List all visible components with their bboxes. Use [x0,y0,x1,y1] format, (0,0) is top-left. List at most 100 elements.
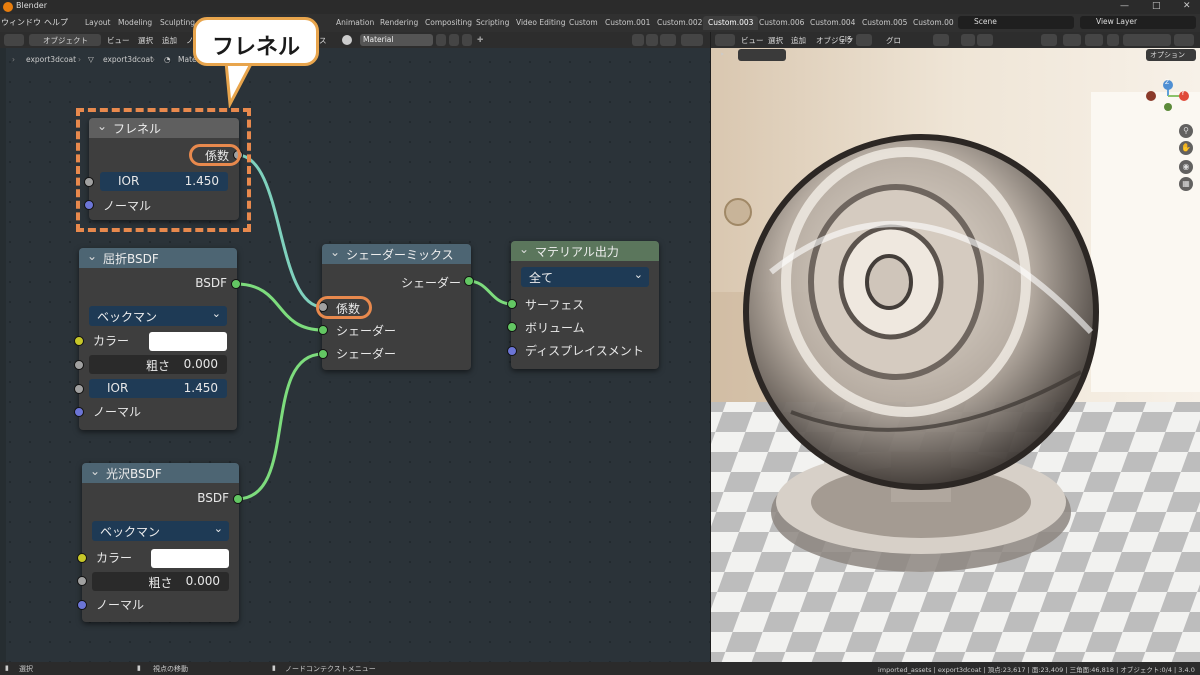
viewport-menu-gis[interactable]: GIS [839,35,852,44]
glossy-bsdf-node[interactable]: ⌄ 光沢BSDF BSDF ベックマン ⌄ カラー 粗さ 0.000 ノーマル [77,463,243,622]
navigation-gizmo[interactable] [1140,78,1200,118]
gizmo-y-label: Y [1181,90,1185,97]
tab-custom-004[interactable]: Custom.004 [805,16,860,30]
view-layer-selector[interactable]: View Layer [1080,16,1196,29]
refraction-ior-socket[interactable] [74,384,84,394]
pan-hand-icon[interactable]: ✋ [1179,141,1193,155]
glossy-output-bsdf: BSDF [197,491,229,505]
camera-icon[interactable]: ◉ [1179,160,1193,174]
output-displacement-socket[interactable] [507,346,517,356]
refraction-color-socket[interactable] [74,336,84,346]
maximize-icon[interactable]: □ [1152,1,1161,11]
mix-output-socket[interactable] [464,276,474,286]
close-icon[interactable]: ✕ [1183,1,1191,11]
output-surface-socket[interactable] [507,299,517,309]
tab-custom-00[interactable]: Custom.00 [908,16,959,30]
xray-icon[interactable] [1107,34,1119,46]
glossy-distribution-dropdown[interactable]: ベックマン ⌄ [92,521,229,541]
glossy-node-header[interactable]: ⌄ 光沢BSDF [82,463,239,483]
glossy-roughness-socket[interactable] [77,576,87,586]
refraction-roughness-socket[interactable] [74,360,84,370]
shading-options-icon[interactable] [1174,34,1194,46]
transform-orientation-dropdown[interactable]: グロ [886,35,901,46]
viewport-header: ビュー 選択 追加 オブジェクト GIS グロ [711,32,1200,48]
selection-mode-icons[interactable] [738,49,786,61]
mix-shader2-socket[interactable] [318,349,328,359]
mix-shader1-label: シェーダー [336,324,397,338]
viewport-options-button[interactable]: オプション [1146,49,1196,61]
proportional-edit-icon[interactable] [977,34,993,46]
mouse-middle-icon: ▮ [137,664,141,672]
glossy-color-socket[interactable] [77,553,87,563]
refraction-roughness-field[interactable]: 粗さ 0.000 [89,355,227,374]
viewport-menu-add[interactable]: 追加 [791,35,806,46]
dropdown-arrow-icon: ⌄ [211,307,221,320]
refraction-node-header[interactable]: ⌄ 屈折BSDF [79,248,237,268]
shading-mode-icons[interactable] [1123,34,1171,46]
snap-toggle-icon[interactable] [961,34,975,46]
refraction-ior-value: 1.450 [183,381,218,395]
scene-selector[interactable]: Scene [958,16,1074,29]
tab-custom-006[interactable]: Custom.006 [754,16,809,30]
annotation-oval-fresnel-fac [189,144,241,166]
gizmo-neg-x-axis[interactable] [1146,91,1156,101]
mix-node-title: シェーダーミックス [346,248,454,262]
viewport-menu-view[interactable]: ビュー [741,35,764,46]
3d-viewport[interactable] [711,32,1200,662]
refraction-normal-label: ノーマル [93,405,142,419]
pivot-icon[interactable] [933,34,949,46]
refraction-distribution-dropdown[interactable]: ベックマン ⌄ [89,306,227,326]
glossy-normal-socket[interactable] [77,600,87,610]
refraction-node-title: 屈折BSDF [103,252,159,266]
output-node-title: マテリアル出力 [535,245,619,259]
callout-tail [224,60,255,108]
dropdown-arrow-icon: ⌄ [633,268,643,281]
glossy-roughness-value: 0.000 [185,574,220,588]
status-bar: ▮ 選択 ▮ 視点の移動 ▮ ノードコンテクストメニュー imported_as… [0,662,1200,675]
collapse-chevron-icon[interactable]: ⌄ [90,464,100,478]
gizmo-z-label: Z [1165,79,1170,86]
refraction-roughness-value: 0.000 [183,357,218,371]
refraction-ior-field[interactable]: IOR 1.450 [89,379,227,398]
output-target-dropdown[interactable]: 全て ⌄ [521,267,649,287]
output-node-header[interactable]: ⌄ マテリアル出力 [511,241,659,261]
viewport-menu-select[interactable]: 選択 [768,35,783,46]
collapse-chevron-icon[interactable]: ⌄ [519,242,529,256]
mix-shader1-socket[interactable] [318,325,328,335]
overlays-toggle-icon[interactable] [1085,34,1103,46]
refraction-bsdf-node[interactable]: ⌄ 屈折BSDF BSDF ベックマン ⌄ カラー 粗さ 0.000 IOR 1… [74,248,241,430]
mix-node-header[interactable]: ⌄ シェーダーミックス [322,244,471,264]
viewport-corner-icon[interactable]: ‣ [720,50,725,59]
output-target-value: 全て [529,271,554,285]
mix-output-shader: シェーダー [400,276,461,290]
refraction-ior-label: IOR [107,381,129,395]
visibility-icon[interactable] [1041,34,1057,46]
tab-custom-003[interactable]: Custom.003 [703,16,759,30]
gizmo-y-axis[interactable] [1164,103,1172,111]
transform-orientation-icon[interactable] [856,34,872,46]
tab-custom-005[interactable]: Custom.005 [857,16,912,30]
glossy-roughness-field[interactable]: 粗さ 0.000 [92,572,229,591]
refraction-color-swatch[interactable] [149,332,227,351]
mix-shader2-label: シェーダー [336,347,397,361]
viewport-editor-type-button[interactable] [715,34,735,46]
material-output-node[interactable]: ⌄ マテリアル出力 全て ⌄ サーフェス ボリューム ディスプレイスメント [507,241,659,369]
collapse-chevron-icon[interactable]: ⌄ [87,249,97,263]
glossy-normal-label: ノーマル [96,598,145,612]
grid-icon[interactable]: ▦ [1179,177,1193,191]
refraction-distribution-value: ベックマン [97,310,158,324]
glossy-output-socket[interactable] [233,494,243,504]
mouse-right-icon: ▮ [272,664,276,672]
output-volume-socket[interactable] [507,322,517,332]
glossy-distribution-value: ベックマン [100,525,161,539]
refraction-normal-socket[interactable] [74,407,84,417]
glossy-color-label: カラー [96,551,133,565]
gizmo-toggle-icon[interactable] [1063,34,1081,46]
link-glossy-shader [236,352,324,501]
refraction-output-socket[interactable] [231,279,241,289]
collapse-chevron-icon[interactable]: ⌄ [330,245,340,259]
status-stats: imported_assets | export3dcoat | 頂点:23,6… [878,666,1195,674]
zoom-icon[interactable]: ⚲ [1179,124,1193,138]
glossy-color-swatch[interactable] [151,549,229,568]
minimize-icon[interactable]: — [1120,1,1129,11]
